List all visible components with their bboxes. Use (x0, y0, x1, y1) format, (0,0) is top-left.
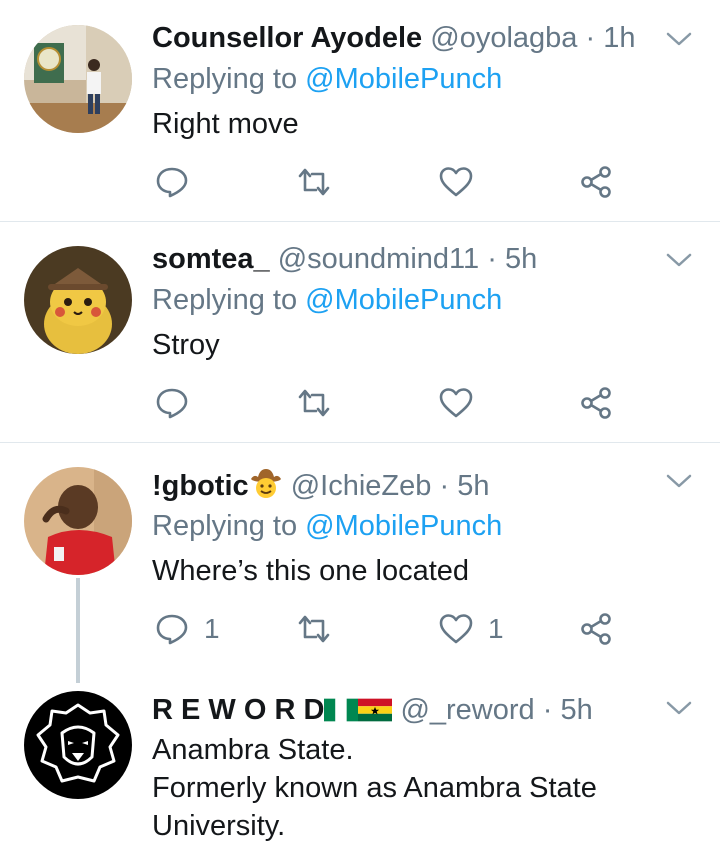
display-name[interactable]: somtea_ (152, 243, 270, 275)
like-button[interactable] (438, 162, 474, 202)
separator: · (585, 22, 596, 54)
replying-to-label: Replying to (152, 510, 298, 542)
share-button[interactable] (578, 609, 614, 649)
retweet-button[interactable] (296, 609, 332, 649)
avatar[interactable] (24, 246, 132, 354)
tweet-header: !gbotic @IchieZeb · 5h (152, 467, 489, 507)
like-count: 1 (488, 613, 504, 644)
tweet-text: Anambra State. Formerly known as Anambra… (152, 731, 597, 845)
like-button[interactable]: 1 (438, 609, 504, 649)
retweet-button[interactable] (296, 162, 332, 202)
reply-icon (156, 388, 188, 419)
retweet-button[interactable] (296, 383, 332, 423)
user-handle[interactable]: @IchieZeb (291, 470, 432, 502)
display-name[interactable]: R E W O R D (152, 694, 324, 726)
tweet-text-line: University. (152, 810, 286, 842)
separator: · (439, 470, 450, 502)
nigeria-flag-icon (324, 696, 359, 730)
mention-link[interactable]: @MobilePunch (305, 63, 502, 95)
mention-link[interactable]: @MobilePunch (305, 510, 502, 542)
replying-to: Replying to @MobilePunch (152, 62, 502, 96)
action-bar (152, 383, 632, 423)
share-button[interactable] (578, 383, 614, 423)
share-button[interactable] (578, 162, 614, 202)
more-options-chevron-icon[interactable] (664, 693, 694, 723)
avatar-photo-icon (24, 25, 132, 133)
timestamp[interactable]: 5h (560, 694, 592, 726)
tweet-header: somtea_ @soundmind11 · 5h (152, 242, 537, 276)
tweet-text: Where’s this one located (152, 555, 470, 587)
tweet-text: Right move (152, 108, 299, 140)
replying-to-label: Replying to (152, 284, 298, 316)
replying-to: Replying to @MobilePunch (152, 509, 502, 543)
tweet-2[interactable]: somtea_ @soundmind11 · 5h Replying to @M… (0, 222, 720, 443)
separator: · (487, 243, 497, 275)
timestamp[interactable]: 5h (457, 470, 489, 502)
mention-link[interactable]: @MobilePunch (305, 284, 502, 316)
more-options-chevron-icon[interactable] (664, 245, 694, 275)
avatar[interactable] (24, 25, 132, 133)
retweet-icon (298, 168, 330, 196)
pikachu-avatar-icon (24, 246, 132, 354)
user-handle[interactable]: @soundmind11 (278, 243, 479, 275)
lion-logo-avatar-icon (24, 691, 132, 799)
reply-button[interactable] (154, 383, 190, 423)
thread-connector-line (76, 578, 80, 683)
replying-to: Replying to @MobilePunch (152, 283, 502, 317)
heart-icon (439, 167, 473, 197)
user-handle[interactable]: @oyolagba (430, 22, 577, 54)
tweet-1[interactable]: Counsellor Ayodele @oyolagba · 1h Replyi… (0, 0, 720, 222)
reply-icon (156, 167, 188, 198)
like-button[interactable] (438, 383, 474, 423)
tweet-header: R E W O R D @_reword · 5h (152, 693, 593, 730)
tweet-text: Stroy (152, 329, 220, 361)
share-icon (581, 166, 611, 198)
reply-button[interactable]: 1 (154, 609, 220, 649)
reply-count: 1 (204, 613, 220, 644)
separator: · (542, 694, 553, 726)
display-name[interactable]: Counsellor Ayodele (152, 22, 422, 54)
ghana-flag-icon (358, 696, 393, 730)
share-icon (581, 387, 611, 419)
tweet-4[interactable]: R E W O R D @_reword · 5h Anambra State.… (0, 683, 720, 866)
avatar-photo-icon (24, 467, 132, 575)
tweet-3[interactable]: !gbotic @IchieZeb · 5h Replying to @Mobi… (0, 443, 720, 683)
user-handle[interactable]: @_reword (400, 694, 534, 726)
tweet-text-line: Formerly known as Anambra State (152, 772, 597, 804)
reply-button[interactable] (154, 162, 190, 202)
more-options-chevron-icon[interactable] (664, 466, 694, 496)
cowboy-face-emoji-icon (249, 467, 283, 507)
action-bar (152, 162, 632, 202)
tweet-header: Counsellor Ayodele @oyolagba · 1h (152, 21, 635, 55)
reply-icon (156, 614, 188, 645)
retweet-icon (298, 615, 330, 643)
share-icon (581, 613, 611, 645)
avatar[interactable] (24, 467, 132, 575)
heart-icon (439, 614, 473, 644)
tweet-text-line: Anambra State. (152, 734, 354, 766)
display-name[interactable]: !gbotic (152, 470, 249, 502)
replying-to-label: Replying to (152, 63, 298, 95)
action-bar: 1 1 (152, 609, 632, 649)
timestamp[interactable]: 1h (603, 22, 635, 54)
heart-icon (439, 388, 473, 418)
more-options-chevron-icon[interactable] (664, 24, 694, 54)
timestamp[interactable]: 5h (505, 243, 537, 275)
retweet-icon (298, 389, 330, 417)
avatar[interactable] (24, 691, 132, 799)
